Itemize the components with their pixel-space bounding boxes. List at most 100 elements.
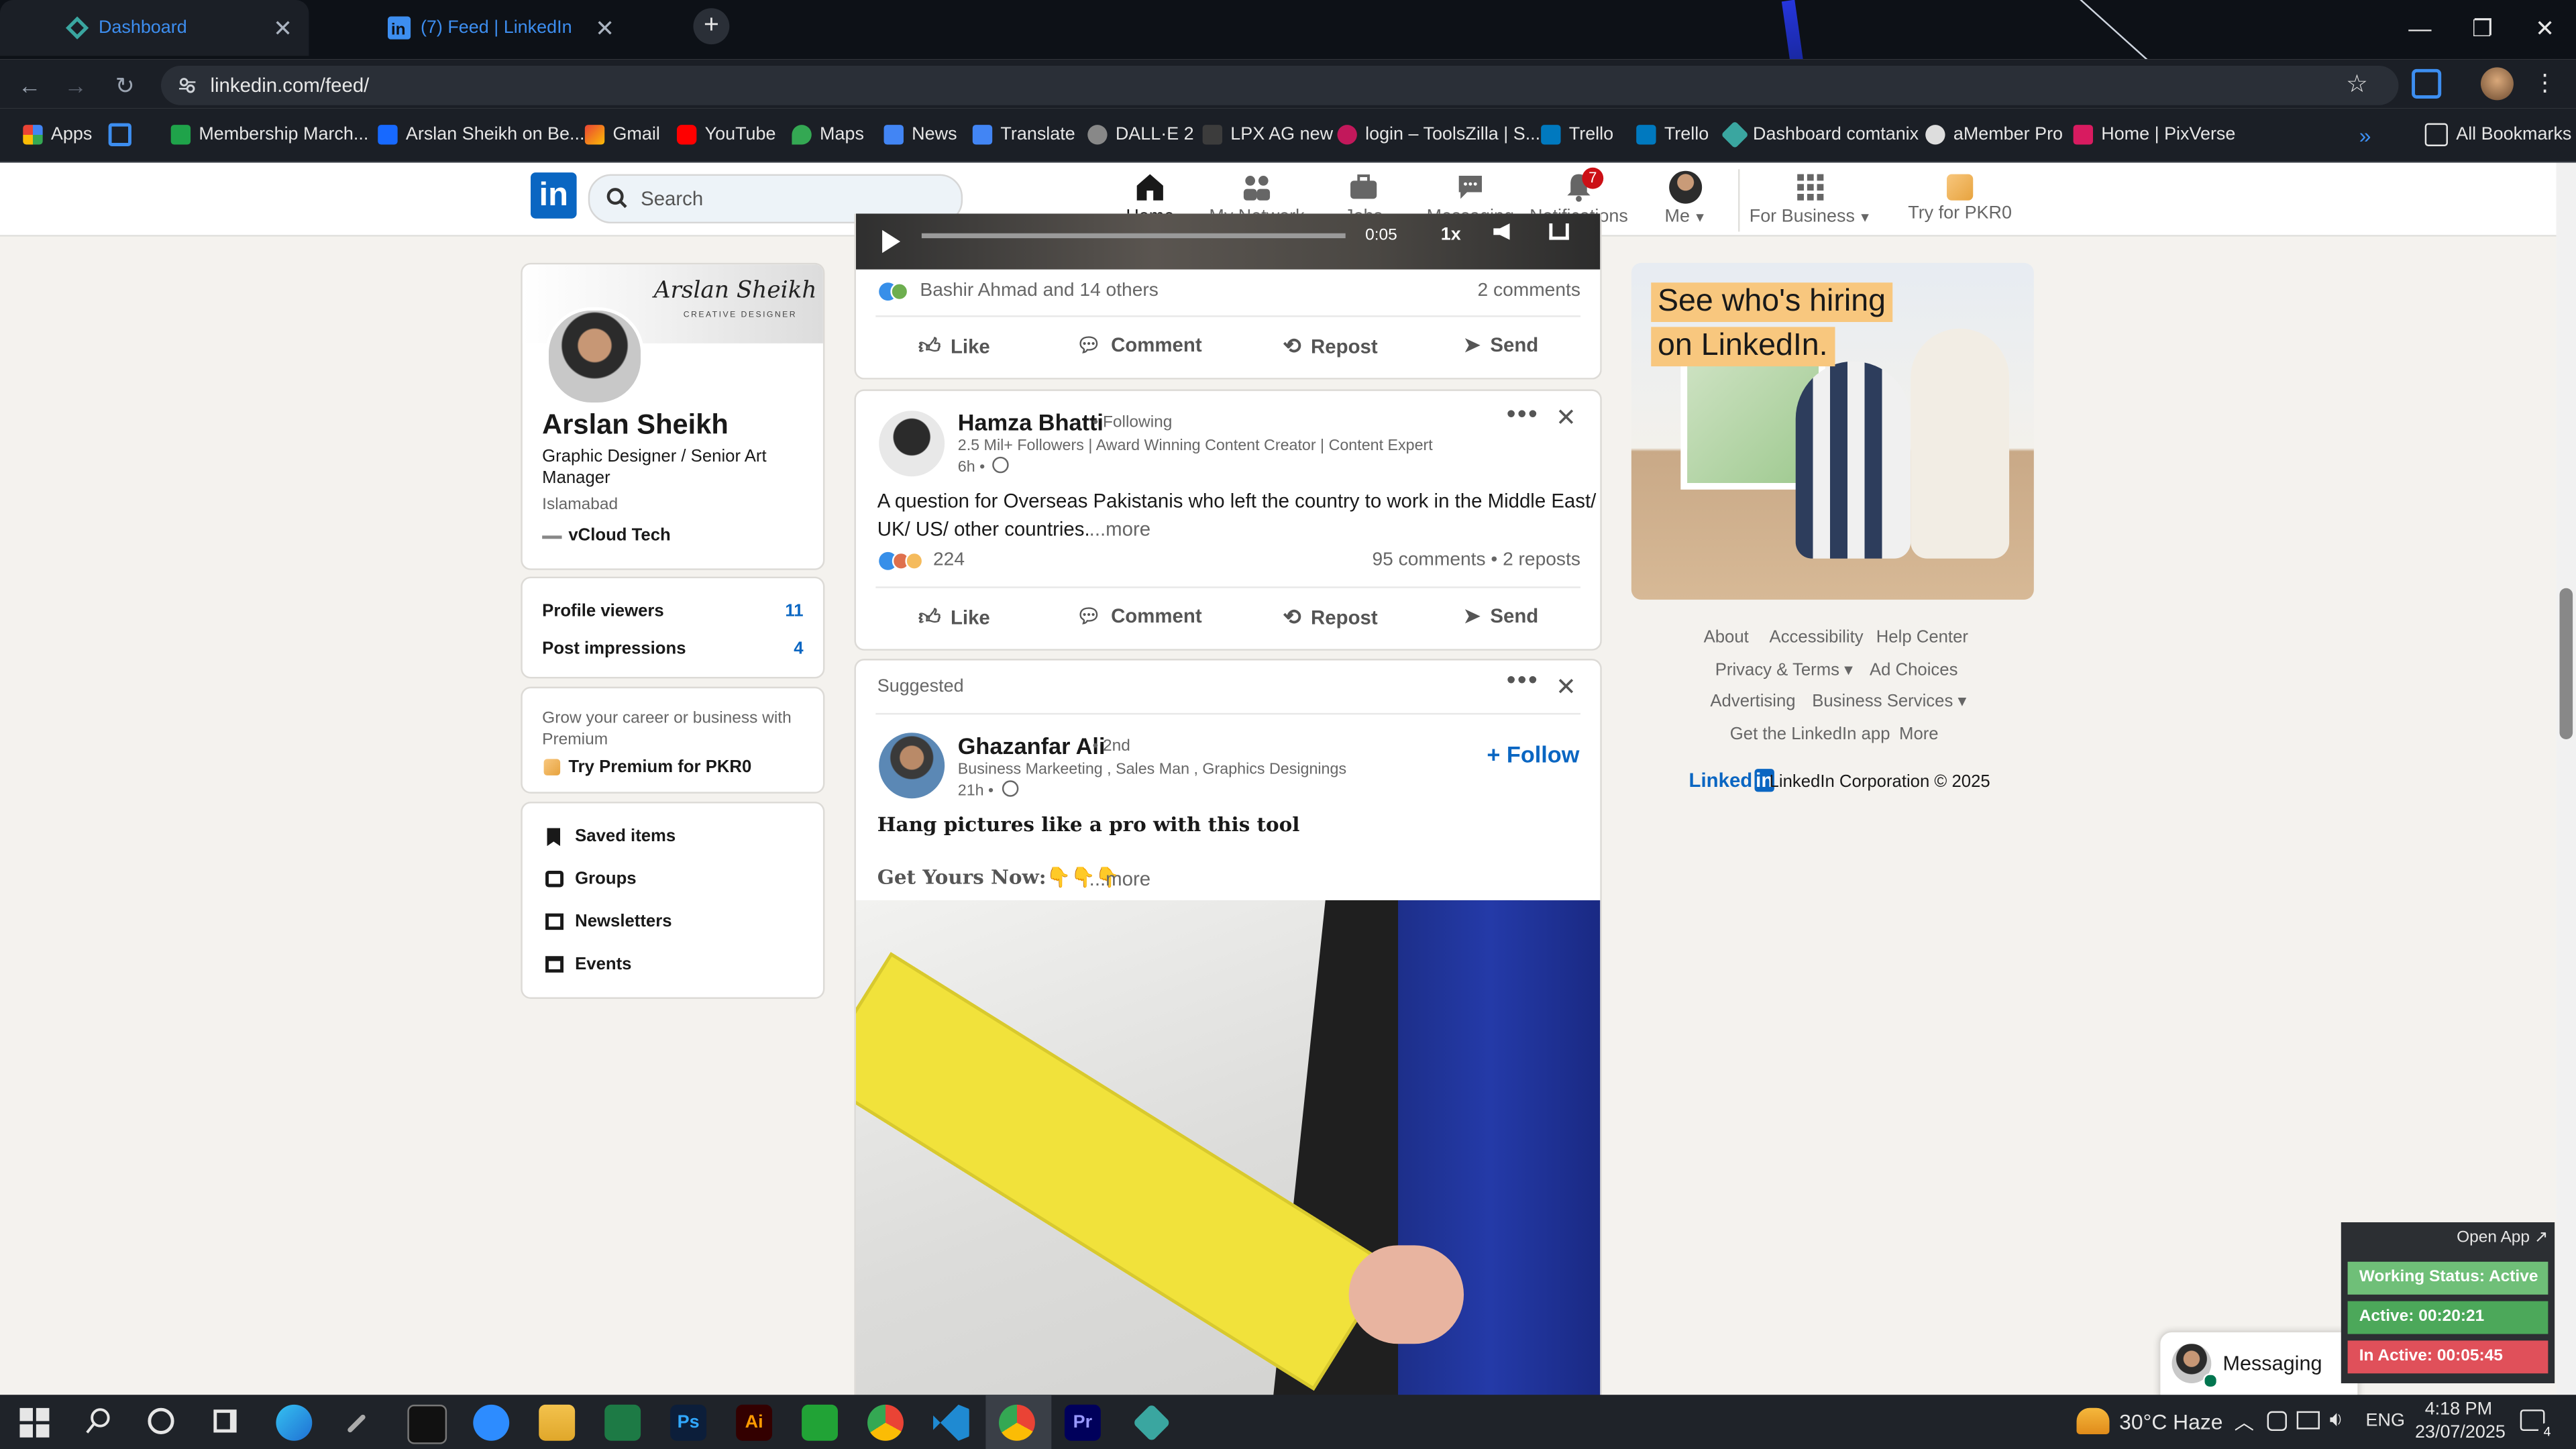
send-button[interactable]: ➤ Send [1464,604,1538,627]
playback-speed[interactable]: 1x [1441,225,1461,245]
shortcut-newsletters[interactable]: Newsletters [575,912,672,931]
bookmark-lpx[interactable]: LPX AG new [1202,121,1333,148]
footer-more[interactable]: More [1899,724,1939,744]
photoshop-icon[interactable]: Ps [670,1404,707,1441]
close-icon[interactable]: ✕ [1556,402,1576,432]
like-button[interactable]: 👍︎ Like [918,604,990,631]
profile-company[interactable]: vCloud Tech [568,526,670,545]
grid-bookmark-icon[interactable] [108,121,140,148]
profile-avatar[interactable] [2480,67,2514,101]
minimize-button[interactable]: — [2389,0,2451,56]
reaction-count[interactable]: 224 [933,550,965,570]
reactions-summary[interactable]: Bashir Ahmad and 14 others [920,281,1158,301]
language-indicator[interactable]: ENG [2366,1411,2405,1431]
excel-icon[interactable] [604,1404,641,1441]
premium-card[interactable]: Grow your career or business with Premiu… [521,686,825,794]
menu-icon[interactable]: ⋮ [2533,69,2556,97]
forward-icon[interactable]: → [59,69,92,102]
bookmark-dashboard-comtanix[interactable]: Dashboard comtanix [1721,121,1919,149]
page-scrollbar[interactable] [2556,162,2576,1395]
more-options-icon[interactable]: ••• [1507,401,1540,431]
bookmark-behance[interactable]: Arslan Sheikh on Be... [378,121,584,148]
nav-for-business[interactable]: For Business ▼ [1748,168,1873,233]
fullscreen-icon[interactable] [1549,223,1569,240]
close-icon[interactable]: ✕ [1556,672,1576,702]
extensions-icon[interactable] [2412,68,2442,99]
meet-now-icon[interactable] [2267,1411,2287,1432]
bookmark-maps[interactable]: Maps [792,121,864,148]
clock-date[interactable]: 23/07/2025 [2415,1423,2506,1442]
tab-dashboard[interactable]: Dashboard ✕ [0,0,309,56]
clock-time[interactable]: 4:18 PM [2425,1400,2492,1419]
footer-ad-choices[interactable]: Ad Choices [1870,660,1958,680]
tab-linkedin-feed[interactable]: in (7) Feed | LinkedIn ✕ [322,0,631,56]
video-progress-bar[interactable] [921,233,1346,239]
edge-icon[interactable] [276,1404,313,1441]
weather-text[interactable]: 30°C Haze [2119,1409,2222,1434]
hiring-ad[interactable]: See who's hiring on LinkedIn. [1631,262,2034,600]
volume-icon[interactable]: 🔉︎ [2330,1406,2343,1432]
more-options-icon[interactable]: ••• [1507,667,1540,696]
network-icon[interactable] [2296,1411,2320,1430]
video-player[interactable]: 0:05 1x [855,213,1601,270]
bookmark-membership[interactable]: Membership March... [170,121,369,148]
profile-viewers-label[interactable]: Profile viewers [542,601,664,621]
cortana-icon[interactable] [148,1407,174,1434]
bookmark-trello-1[interactable]: Trello [1541,121,1613,148]
bookmark-pixverse[interactable]: Home | PixVerse [2073,121,2235,148]
reload-icon[interactable]: ↻ [109,69,142,102]
tray-chevron-icon[interactable]: ︿ [2235,1408,2254,1436]
see-more-link[interactable]: ...more [1089,517,1150,540]
bookmark-dalle[interactable]: DALL·E 2 [1087,121,1194,148]
bookmark-gmail[interactable]: Gmail [584,121,660,148]
author-name[interactable]: Hamza Bhatti [958,409,1104,435]
comments-count[interactable]: 2 comments [1478,281,1580,301]
close-icon[interactable]: ✕ [595,14,614,42]
bookmark-amember[interactable]: aMember Pro [1925,121,2063,148]
comment-button[interactable]: 💬︎ Comment [1076,333,1202,356]
scrollbar-thumb[interactable] [2559,588,2573,740]
send-button[interactable]: ➤ Send [1464,333,1538,356]
file-explorer-icon[interactable] [539,1404,576,1441]
repost-button[interactable]: ⟲ Repost [1283,604,1378,631]
see-more-link[interactable]: ...more [1089,867,1150,890]
more-bookmarks-icon[interactable]: » [2359,121,2371,148]
terminal-icon[interactable] [407,1404,447,1444]
phone-link-icon[interactable] [802,1404,838,1441]
author-avatar[interactable] [879,733,945,799]
illustrator-icon[interactable]: Ai [736,1404,773,1441]
close-window-button[interactable]: ✕ [2514,0,2576,56]
author-avatar[interactable] [879,411,945,477]
profile-viewers-value[interactable]: 11 [785,601,803,621]
address-bar[interactable]: linkedin.com/feed/ ☆ [161,65,2399,105]
premiere-icon[interactable]: Pr [1064,1404,1101,1441]
footer-help-center[interactable]: Help Center [1876,628,1968,647]
bookmark-trello-2[interactable]: Trello [1636,121,1709,148]
nav-try-premium[interactable]: Try for PKR0 [1902,168,2017,233]
star-icon[interactable]: ☆ [2346,69,2368,99]
open-app-button[interactable]: Open App ↗ [2457,1229,2548,1247]
author-name[interactable]: Ghazanfar Ali [958,733,1106,759]
post-video[interactable] [855,900,1601,1417]
close-icon[interactable]: ✕ [273,14,292,42]
all-bookmarks[interactable]: All Bookmarks [2424,121,2571,148]
site-info-icon[interactable] [177,76,197,95]
task-view-icon[interactable] [213,1409,237,1433]
shortcut-saved-items[interactable]: Saved items [575,826,676,846]
back-icon[interactable]: ← [13,69,46,102]
bookmark-toolszilla[interactable]: login – ToolsZilla | S... [1337,121,1540,148]
mute-icon[interactable] [1493,223,1510,240]
windows-start-icon[interactable] [19,1407,50,1438]
footer-get-app[interactable]: Get the LinkedIn app [1730,724,1890,744]
bookmark-apps[interactable]: Apps [23,121,92,148]
post-stats[interactable]: 95 comments • 2 reposts [1373,550,1580,570]
comment-button[interactable]: 💬︎ Comment [1076,604,1202,627]
chrome-active-icon[interactable] [998,1404,1035,1441]
bookmark-translate[interactable]: Translate [972,121,1075,148]
footer-business-services[interactable]: Business Services ▾ [1812,692,1966,711]
footer-advertising[interactable]: Advertising [1710,692,1795,711]
play-icon[interactable] [882,229,901,254]
restore-button[interactable]: ❐ [2451,0,2514,56]
linkedin-logo[interactable]: in [531,172,577,219]
chrome-icon[interactable] [867,1404,904,1441]
